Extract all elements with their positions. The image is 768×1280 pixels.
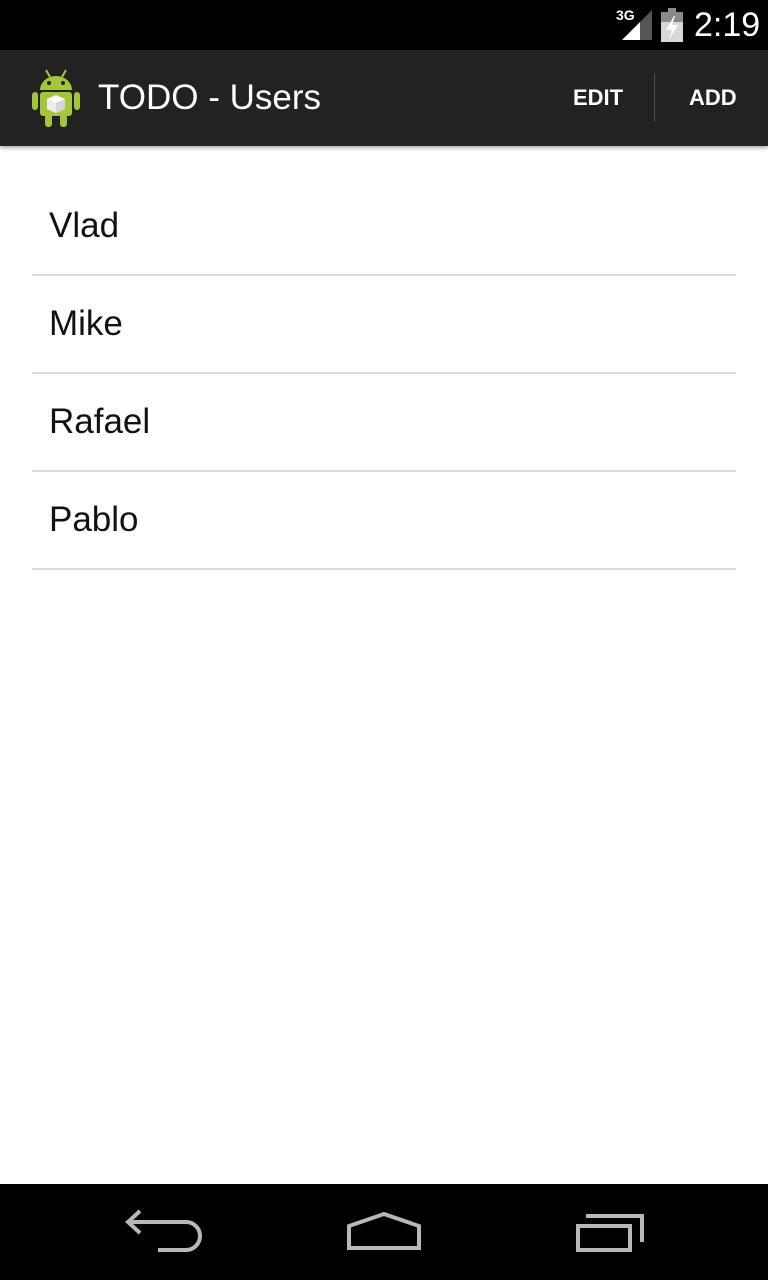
user-list: Vlad Mike Rafael Pablo [32, 178, 736, 570]
action-divider [654, 74, 655, 122]
edit-button[interactable]: EDIT [573, 74, 623, 122]
page-title: TODO - Users [98, 78, 321, 117]
action-bar: TODO - Users EDIT ADD [0, 50, 768, 146]
list-item[interactable]: Rafael [32, 374, 736, 472]
status-clock: 2:19 [694, 6, 761, 44]
user-name: Mike [49, 304, 123, 343]
screen: 3G 2:19 TODO - Users EDIT ADD Vlad Mike … [0, 0, 768, 1280]
list-item[interactable]: Pablo [32, 472, 736, 570]
android-robot-icon[interactable] [30, 68, 82, 128]
battery-icon [661, 8, 683, 42]
status-bar: 3G 2:19 [0, 0, 768, 50]
back-icon [125, 1209, 202, 1252]
add-button[interactable]: ADD [689, 74, 737, 122]
recent-apps-button[interactable] [550, 1196, 670, 1268]
user-name: Rafael [49, 402, 151, 441]
home-button[interactable] [324, 1196, 444, 1268]
navigation-bar [0, 1184, 768, 1280]
list-item[interactable]: Vlad [32, 178, 736, 276]
list-item[interactable]: Mike [32, 276, 736, 374]
signal-icon [622, 10, 652, 40]
recent-apps-icon [576, 1214, 644, 1252]
user-name: Pablo [49, 500, 139, 539]
user-name: Vlad [49, 206, 120, 245]
home-icon [347, 1211, 421, 1250]
back-button[interactable] [100, 1196, 220, 1268]
